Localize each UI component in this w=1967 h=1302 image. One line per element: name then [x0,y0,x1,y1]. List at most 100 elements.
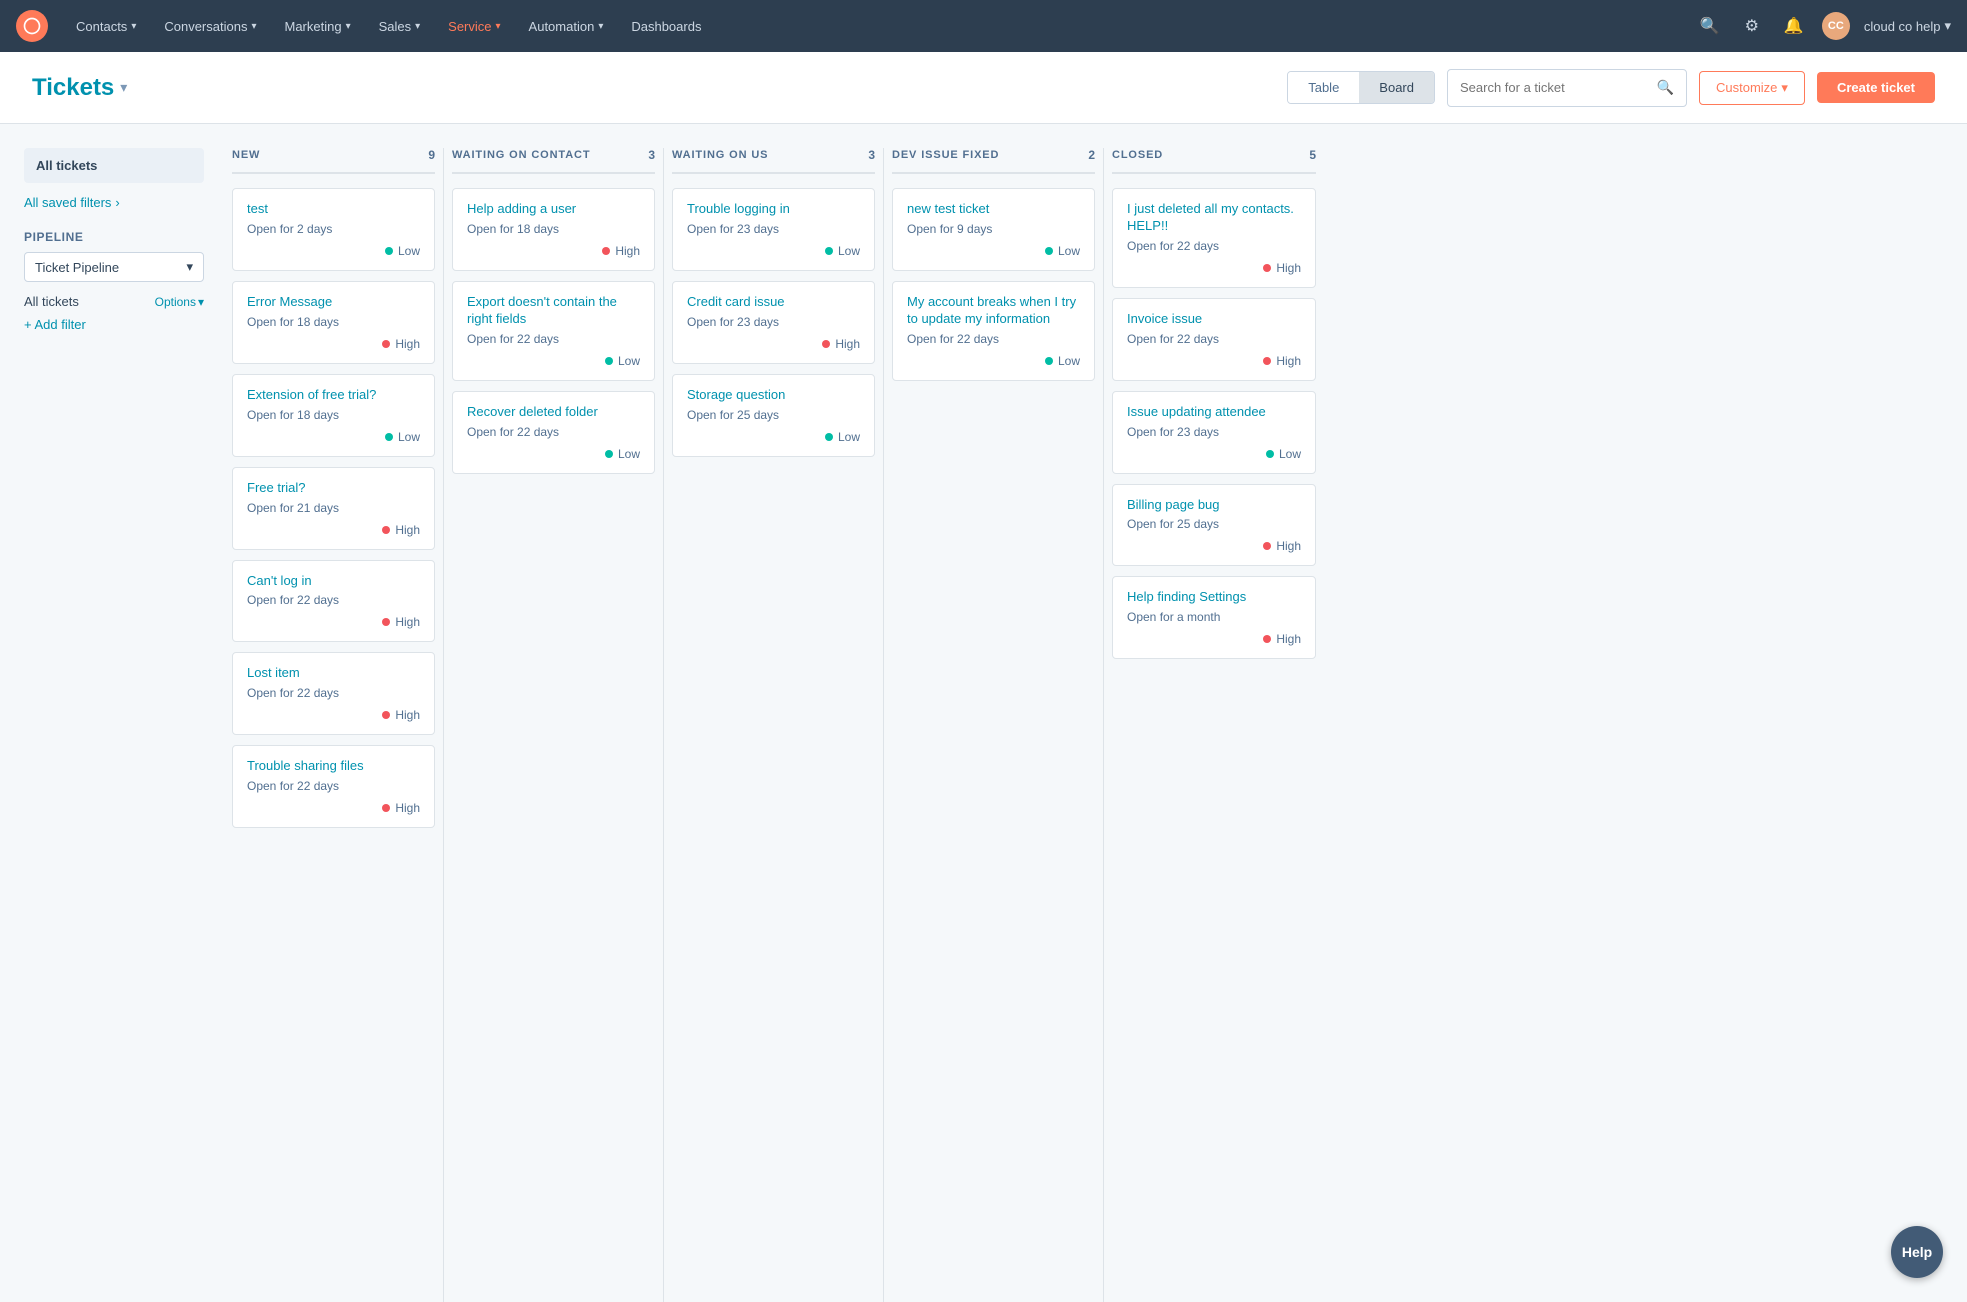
priority-dot [385,433,393,441]
ticket-card[interactable]: I just deleted all my contacts. HELP!! O… [1112,188,1316,288]
hubspot-logo[interactable] [16,10,48,42]
ticket-card[interactable]: test Open for 2 days Low [232,188,435,271]
ticket-name: Extension of free trial? [247,387,420,404]
search-input[interactable] [1460,80,1649,95]
ticket-card[interactable]: Error Message Open for 18 days High [232,281,435,364]
column-title: NEW [232,149,260,161]
ticket-priority: Low [247,430,420,444]
priority-label: High [1276,632,1301,646]
sidebar-all-tickets-item[interactable]: All tickets [24,148,204,183]
ticket-priority: High [687,337,860,351]
ticket-name: Can't log in [247,573,420,590]
nav-sales[interactable]: Sales▾ [367,13,433,40]
ticket-name: Issue updating attendee [1127,404,1301,421]
nav-automation[interactable]: Automation▾ [517,13,616,40]
ticket-card[interactable]: Credit card issue Open for 23 days High [672,281,875,364]
settings-icon[interactable]: ⚙ [1738,12,1766,40]
ticket-card[interactable]: Lost item Open for 22 days High [232,652,435,735]
search-box[interactable]: 🔍 [1447,69,1687,107]
column-waiting-on-contact: WAITING ON CONTACT 3 Help adding a user … [444,148,664,1302]
priority-label: Low [1058,244,1080,258]
column-waiting-on-us: WAITING ON US 3 Trouble logging in Open … [664,148,884,1302]
ticket-priority: Low [1127,447,1301,461]
ticket-priority: Low [907,244,1080,258]
ticket-name: Storage question [687,387,860,404]
ticket-card[interactable]: Storage question Open for 25 days Low [672,374,875,457]
ticket-name: My account breaks when I try to update m… [907,294,1080,328]
column-count: 5 [1309,148,1316,162]
ticket-open-for: Open for 18 days [467,222,640,236]
pipeline-select[interactable]: Ticket Pipeline ▾ [24,252,204,282]
priority-label: High [395,801,420,815]
ticket-name: Help finding Settings [1127,589,1301,606]
ticket-priority: Low [247,244,420,258]
priority-label: Low [618,447,640,461]
column-title: CLOSED [1112,149,1163,161]
nav-conversations[interactable]: Conversations▾ [152,13,268,40]
ticket-card[interactable]: Export doesn't contain the right fields … [452,281,655,381]
priority-dot [825,433,833,441]
ticket-card[interactable]: new test ticket Open for 9 days Low [892,188,1095,271]
column-count: 3 [868,148,875,162]
nav-contacts[interactable]: Contacts▾ [64,13,148,40]
search-icon: 🔍 [1657,79,1674,96]
ticket-name: Error Message [247,294,420,311]
ticket-card[interactable]: Recover deleted folder Open for 22 days … [452,391,655,474]
ticket-card[interactable]: Invoice issue Open for 22 days High [1112,298,1316,381]
create-ticket-button[interactable]: Create ticket [1817,72,1935,103]
search-icon[interactable]: 🔍 [1696,12,1724,40]
board-view-button[interactable]: Board [1359,72,1434,103]
ticket-open-for: Open for 25 days [1127,517,1301,531]
page-title-dropdown-icon[interactable]: ▾ [120,79,127,96]
add-filter-link[interactable]: + Add filter [24,317,204,332]
nav-service[interactable]: Service▾ [436,13,512,40]
ticket-card[interactable]: Help finding Settings Open for a month H… [1112,576,1316,659]
account-menu[interactable]: cloud co help ▾ [1864,18,1951,34]
ticket-name: new test ticket [907,201,1080,218]
ticket-card[interactable]: My account breaks when I try to update m… [892,281,1095,381]
ticket-priority: High [1127,539,1301,553]
ticket-card[interactable]: Trouble logging in Open for 23 days Low [672,188,875,271]
ticket-open-for: Open for 22 days [1127,332,1301,346]
nav-marketing[interactable]: Marketing▾ [272,13,362,40]
priority-dot [822,340,830,348]
help-button[interactable]: Help [1891,1226,1943,1278]
ticket-open-for: Open for 22 days [247,593,420,607]
ticket-name: Lost item [247,665,420,682]
board: NEW 9 test Open for 2 days Low Error Mes… [224,148,1943,1302]
customize-button[interactable]: Customize ▾ [1699,71,1805,105]
table-view-button[interactable]: Table [1288,72,1359,103]
ticket-card[interactable]: Trouble sharing files Open for 22 days H… [232,745,435,828]
ticket-open-for: Open for 22 days [247,686,420,700]
ticket-name: Trouble logging in [687,201,860,218]
sidebar-saved-filters-link[interactable]: All saved filters › [24,191,204,214]
view-toggle: Table Board [1287,71,1435,104]
ticket-name: Help adding a user [467,201,640,218]
priority-label: High [395,523,420,537]
ticket-card[interactable]: Billing page bug Open for 25 days High [1112,484,1316,567]
ticket-open-for: Open for 21 days [247,501,420,515]
ticket-priority: Low [687,430,860,444]
nav-utilities: 🔍 ⚙ 🔔 CC cloud co help ▾ [1696,12,1951,40]
avatar[interactable]: CC [1822,12,1850,40]
priority-label: Low [618,354,640,368]
nav-dashboards[interactable]: Dashboards [619,13,713,40]
options-button[interactable]: Options ▾ [155,295,204,309]
ticket-open-for: Open for 9 days [907,222,1080,236]
ticket-priority: High [467,244,640,258]
ticket-name: Credit card issue [687,294,860,311]
ticket-card[interactable]: Help adding a user Open for 18 days High [452,188,655,271]
priority-label: High [615,244,640,258]
ticket-card[interactable]: Can't log in Open for 22 days High [232,560,435,643]
ticket-card[interactable]: Free trial? Open for 21 days High [232,467,435,550]
priority-label: High [395,337,420,351]
ticket-card[interactable]: Issue updating attendee Open for 23 days… [1112,391,1316,474]
notifications-icon[interactable]: 🔔 [1780,12,1808,40]
column-title: WAITING ON CONTACT [452,149,590,161]
ticket-name: Billing page bug [1127,497,1301,514]
ticket-priority: High [1127,354,1301,368]
page-title: Tickets [32,74,114,102]
priority-dot [1263,542,1271,550]
ticket-card[interactable]: Extension of free trial? Open for 18 day… [232,374,435,457]
ticket-open-for: Open for 18 days [247,315,420,329]
